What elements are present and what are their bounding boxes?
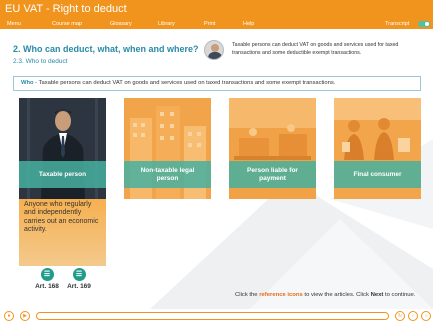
window-title-bar: EU VAT - Right to deduct xyxy=(0,0,433,19)
narrator-callout: Taxable persons can deduct VAT on goods … xyxy=(232,42,399,56)
progress-bar[interactable] xyxy=(36,312,389,320)
hint-part: to view the articles. Click xyxy=(302,292,371,298)
page-subtitle: 2.3. Who to deduct xyxy=(13,58,68,65)
card-label: Non-taxable legal person xyxy=(124,161,211,188)
avatar-body xyxy=(208,52,222,59)
hint-part: Click the xyxy=(235,292,260,298)
card-description: Anyone who regularly and independently c… xyxy=(19,199,106,266)
menu-item-glossary[interactable]: Glossary xyxy=(110,19,132,29)
menu-item-course-map[interactable]: Course map xyxy=(52,19,82,29)
info-banner: Who - Taxable persons can deduct VAT on … xyxy=(13,76,421,91)
banner-text: - Taxable persons can deduct VAT on good… xyxy=(33,80,336,86)
hint-part: to continue. xyxy=(383,292,416,298)
chevron-left-icon[interactable]: ‹ xyxy=(408,311,418,321)
transcript-toggle[interactable] xyxy=(418,21,430,27)
app-title: EU VAT - Right to deduct xyxy=(5,3,127,15)
menu-bar: Menu Course map Glossary Library Print H… xyxy=(0,19,433,29)
banner-keyword: Who xyxy=(21,80,34,86)
menu-item-menu[interactable]: Menu xyxy=(7,19,21,29)
card-non-taxable-legal-person[interactable]: Non-taxable legal person xyxy=(124,98,211,199)
card-taxable-person[interactable]: Taxable person xyxy=(19,98,106,199)
article-label: Art. 168 xyxy=(35,283,59,290)
hint-reference-icons: reference icons xyxy=(259,292,303,298)
menu-item-library[interactable]: Library xyxy=(158,19,175,29)
menu-item-help[interactable]: Help xyxy=(243,19,254,29)
narrator-avatar xyxy=(204,40,224,60)
page-title: 2. Who can deduct, what, when and where? xyxy=(13,44,199,54)
play-icon[interactable]: ▶ xyxy=(20,311,30,321)
card-final-consumer[interactable]: Final consumer xyxy=(334,98,421,199)
toggle-knob xyxy=(425,22,429,26)
book-icon[interactable]: ☰ xyxy=(72,268,86,281)
slide-content: 2. Who can deduct, what, when and where?… xyxy=(0,29,433,309)
instruction-text: Click the reference icons to view the ar… xyxy=(235,292,415,298)
replay-icon[interactable]: ↻ xyxy=(395,311,405,321)
player-controls: ● ▶ ↻ ‹ › xyxy=(0,309,433,322)
speaker-icon[interactable]: ● xyxy=(4,311,14,321)
card-person-liable-for-payment[interactable]: Person liable for payment xyxy=(229,98,316,199)
book-icon[interactable]: ☰ xyxy=(40,268,54,281)
menu-item-print[interactable]: Print xyxy=(204,19,215,29)
article-169-link[interactable]: ☰ Art. 169 xyxy=(64,268,94,290)
card-label: Taxable person xyxy=(19,161,106,188)
hint-next: Next xyxy=(370,292,384,298)
avatar-head xyxy=(211,44,219,52)
article-168-link[interactable]: ☰ Art. 168 xyxy=(32,268,62,290)
chevron-right-icon[interactable]: › xyxy=(421,311,431,321)
card-label: Person liable for payment xyxy=(229,161,316,188)
menu-item-transcript[interactable]: Transcript xyxy=(385,19,409,29)
card-label: Final consumer xyxy=(334,161,421,188)
article-label: Art. 169 xyxy=(67,283,91,290)
